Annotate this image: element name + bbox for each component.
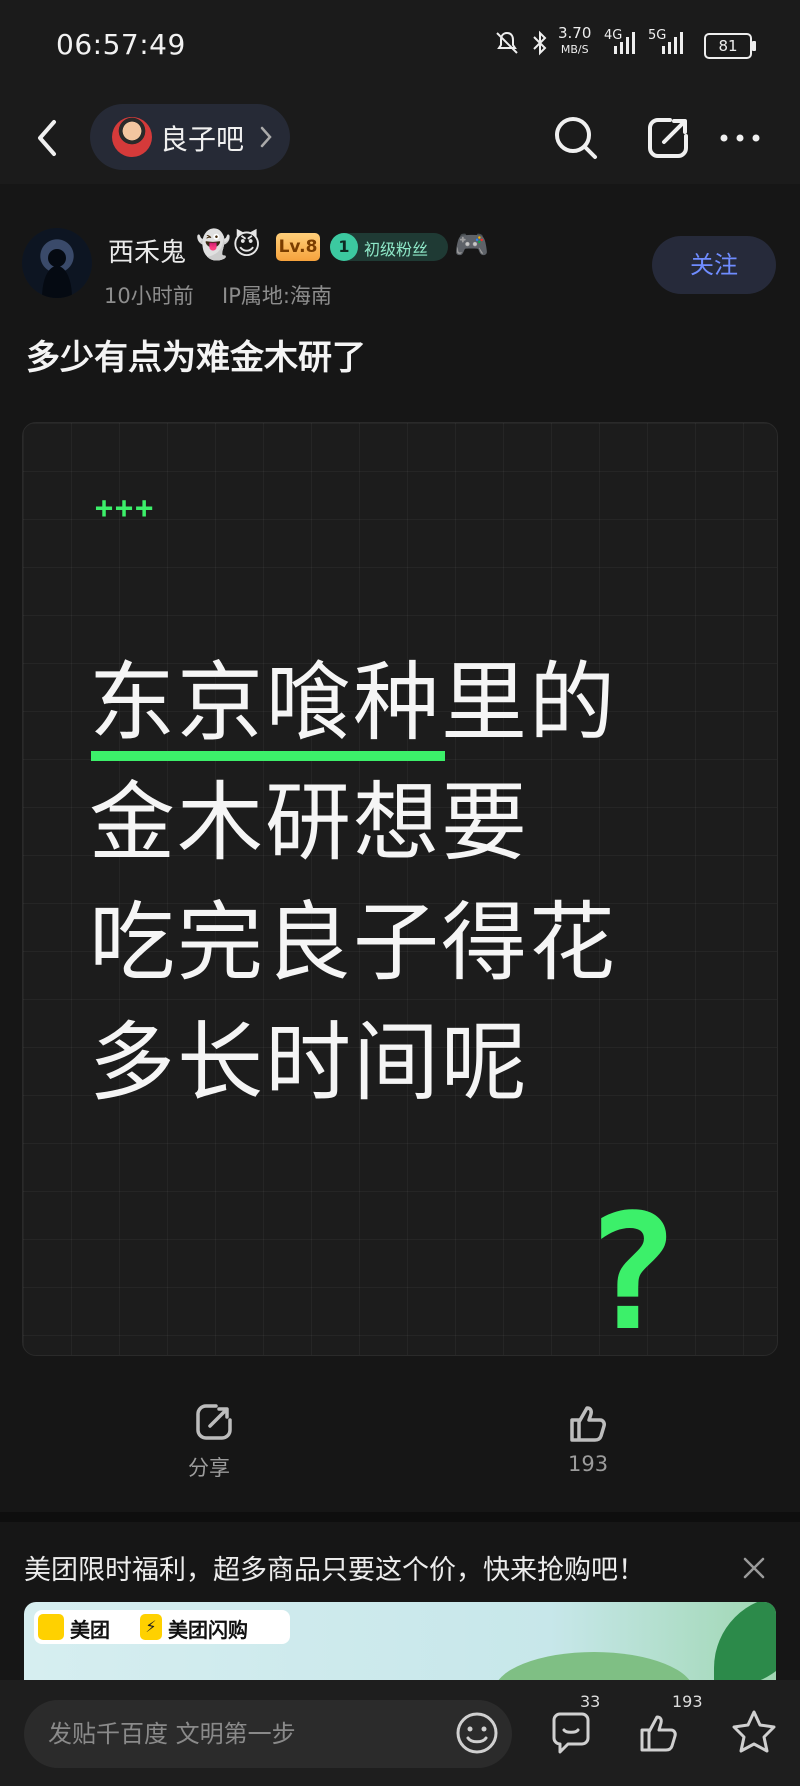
forum-link[interactable]: 良子吧	[90, 104, 290, 170]
post-image[interactable]: +++ 东京喰种里的 金木研想要 吃完良子得花 多长时间呢 ?	[22, 422, 778, 1356]
brand-name-flash: 美团闪购	[168, 1618, 248, 1642]
post-title: 多少有点为难金木研了	[26, 338, 366, 378]
smiley-icon	[456, 1712, 498, 1754]
comment-button[interactable]	[546, 1708, 596, 1758]
bluetooth-icon	[530, 30, 550, 62]
share-icon	[196, 1404, 232, 1440]
search-button[interactable]	[548, 110, 604, 166]
thumbs-up-icon	[640, 1715, 677, 1752]
bottom-bar: 发贴千百度 文明第一步 33 193	[0, 1680, 800, 1786]
comment-count: 33	[580, 1692, 601, 1711]
status-bar: 06:57:49 3.70 MB/S 4G 5G 81	[0, 0, 800, 92]
author-avatar[interactable]	[22, 228, 92, 298]
devil-emoji: 😈	[232, 228, 262, 261]
author-name[interactable]: 西禾鬼	[108, 232, 186, 269]
like-button[interactable]	[634, 1708, 684, 1758]
thumbs-up-icon	[570, 1406, 606, 1442]
share-icon	[648, 118, 688, 158]
image-text-line: 多长时间呢	[89, 1013, 529, 1113]
share-button[interactable]	[640, 110, 696, 166]
status-clock: 06:57:49	[56, 28, 186, 61]
net-speed-unit: MB/S	[560, 43, 589, 56]
brand-name: 美团	[70, 1618, 110, 1642]
star-icon	[732, 1710, 776, 1753]
image-text-line: 东京喰种里的	[89, 653, 617, 753]
mute-icon	[494, 30, 520, 62]
search-icon	[555, 117, 597, 159]
back-button[interactable]	[28, 112, 68, 164]
back-icon	[38, 120, 56, 156]
game-emoji: 🎮	[454, 228, 489, 261]
post-time: 10小时前	[104, 284, 194, 308]
level-badge: Lv.8	[276, 233, 320, 261]
ghost-emoji: 👻	[196, 228, 231, 261]
ad-title[interactable]: 美团限时福利，超多商品只要这个价，快来抢购吧！	[24, 1548, 645, 1587]
gem-icon: 1	[330, 233, 358, 261]
like-action-button[interactable]: 193	[548, 1400, 628, 1490]
more-icon	[720, 134, 760, 142]
image-question-mark: ?	[583, 1179, 680, 1356]
ad-banner[interactable]: 美团 ⚡ 美团闪购	[24, 1602, 776, 1682]
image-text-line: 金木研想要	[89, 773, 529, 873]
signal-icon	[660, 30, 684, 62]
section-divider	[0, 1512, 800, 1522]
close-button[interactable]	[740, 1554, 768, 1582]
image-text-line: 吃完良子得花	[89, 893, 617, 993]
follow-button[interactable]: 关注	[652, 236, 776, 294]
battery-icon: 81	[704, 33, 756, 59]
signal-icon	[612, 30, 636, 62]
more-button[interactable]	[712, 110, 768, 166]
comment-input[interactable]: 发贴千百度 文明第一步	[24, 1700, 512, 1768]
chevron-right-icon	[256, 122, 276, 152]
comment-icon	[552, 1712, 590, 1754]
forum-name: 良子吧	[160, 123, 245, 156]
like-count: 193	[568, 1452, 609, 1476]
fan-title: 初级粉丝	[364, 240, 429, 259]
ad-decoration	[494, 1652, 694, 1682]
ad-brand-chip: 美团 ⚡ 美团闪购	[34, 1610, 290, 1644]
fan-badge: 1 初级粉丝	[330, 233, 448, 261]
post-ip-location: IP属地:海南	[222, 284, 332, 308]
image-plus-marks: +++	[95, 491, 156, 526]
top-nav: 良子吧	[0, 92, 800, 184]
net-speed: 3.70 MB/S	[558, 26, 591, 57]
emoji-button[interactable]	[452, 1708, 502, 1758]
forum-avatar	[112, 117, 152, 157]
share-action-button[interactable]: 分享	[168, 1400, 258, 1490]
share-label: 分享	[188, 1456, 230, 1480]
favorite-button[interactable]	[728, 1706, 780, 1758]
leaf-decoration	[714, 1602, 776, 1682]
meituan-logo	[38, 1614, 64, 1640]
close-icon	[743, 1557, 765, 1579]
image-underline	[91, 751, 445, 761]
lightning-icon: ⚡	[140, 1614, 162, 1640]
net-speed-value: 3.70	[558, 24, 592, 42]
like-count-badge: 193	[672, 1692, 703, 1711]
